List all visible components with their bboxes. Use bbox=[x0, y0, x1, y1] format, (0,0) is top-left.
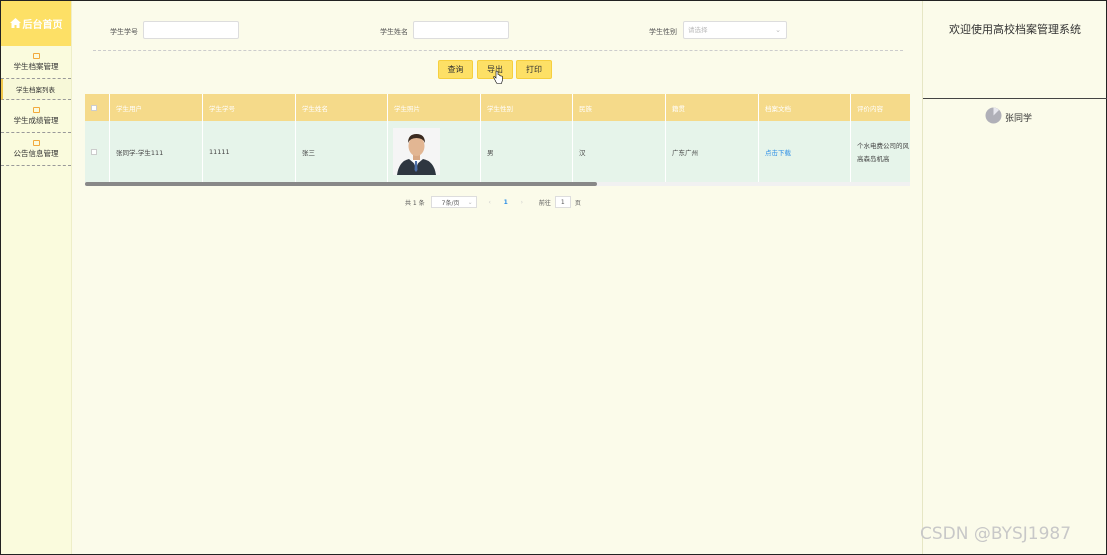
folder-icon bbox=[32, 139, 40, 146]
folder-icon bbox=[32, 52, 40, 59]
sidebar-item-announcements[interactable]: 公告信息管理 bbox=[1, 133, 71, 166]
cell-evaluation: 个水电费公司的风 高森岛机高 bbox=[851, 121, 910, 182]
page-size-select[interactable]: 7条/页 ⌄ bbox=[430, 196, 477, 208]
sidebar-item-label: 学生档案管理 bbox=[13, 61, 59, 71]
page-size-value: 7条/页 bbox=[441, 199, 460, 207]
student-no-label: 学生学号 bbox=[110, 28, 138, 36]
print-button[interactable]: 打印 bbox=[516, 60, 552, 79]
student-name-label: 学生姓名 bbox=[380, 28, 408, 36]
gender-select[interactable]: 请选择 ⌄ bbox=[683, 21, 787, 39]
evaluation-line: 高森岛机高 bbox=[857, 155, 890, 163]
download-link[interactable]: 点击下载 bbox=[765, 147, 791, 157]
gender-placeholder: 请选择 bbox=[688, 26, 708, 34]
header-cell: 学生性别 bbox=[481, 94, 573, 121]
query-button[interactable]: 查询 bbox=[438, 60, 473, 79]
goto-page-input[interactable]: 1 bbox=[554, 196, 571, 208]
divider bbox=[923, 98, 1107, 99]
header-cell: 学生用户 bbox=[110, 94, 203, 121]
watermark: CSDN @BYSJ1987 bbox=[920, 524, 1072, 544]
student-name-input[interactable] bbox=[413, 21, 509, 39]
cell-user: 张同学-学生111 bbox=[110, 121, 203, 182]
sidebar-item-label: 学生成绩管理 bbox=[13, 115, 59, 125]
page-suffix: 页 bbox=[574, 199, 581, 207]
user-info[interactable]: 张同学 bbox=[985, 107, 1032, 127]
sidebar-home[interactable]: 后台首页 bbox=[1, 1, 71, 46]
pagination: 共 1 条 7条/页 ⌄ ‹ 1 › 前往 1 页 bbox=[405, 195, 581, 209]
sidebar: 后台首页 学生档案管理 学生档案列表 学生成绩管理 公告信息管理 bbox=[1, 1, 72, 554]
header-cell: 学生学号 bbox=[203, 94, 296, 121]
total-count: 共 1 条 bbox=[405, 199, 425, 207]
checkbox[interactable] bbox=[91, 148, 97, 155]
next-page-icon[interactable]: › bbox=[517, 199, 527, 206]
prev-page-icon[interactable]: ‹ bbox=[485, 199, 495, 206]
cell-gender: 男 bbox=[481, 121, 573, 182]
cell-name: 张三 bbox=[296, 121, 388, 182]
main-content: 学生学号 学生姓名 学生性别 请选择 ⌄ 查询 导出 打印 学生用户 学生学号 … bbox=[85, 0, 910, 555]
checkbox[interactable] bbox=[91, 104, 97, 111]
gender-label: 学生性别 bbox=[649, 28, 677, 36]
sidebar-item-student-archive[interactable]: 学生档案管理 bbox=[1, 46, 71, 79]
chevron-down-icon: ⌄ bbox=[775, 26, 781, 34]
student-photo bbox=[393, 128, 440, 175]
header-cell: 学生照片 bbox=[388, 94, 481, 121]
avatar bbox=[985, 107, 1002, 127]
divider bbox=[93, 50, 903, 51]
header-cell: 民族 bbox=[573, 94, 666, 121]
cell-student-no: 11111 bbox=[203, 121, 296, 182]
header-cell: 籍贯 bbox=[666, 94, 759, 121]
archive-table: 学生用户 学生学号 学生姓名 学生照片 学生性别 民族 籍贯 档案文档 评价内容… bbox=[85, 94, 910, 182]
sidebar-item-label: 公告信息管理 bbox=[13, 148, 59, 158]
header-cell: 档案文档 bbox=[759, 94, 851, 121]
hand-cursor-icon bbox=[493, 70, 503, 86]
table-header: 学生用户 学生学号 学生姓名 学生照片 学生性别 民族 籍贯 档案文档 评价内容 bbox=[85, 94, 910, 121]
header-select-all[interactable] bbox=[85, 94, 110, 121]
horizontal-scrollbar[interactable] bbox=[85, 182, 910, 186]
cell-photo bbox=[388, 121, 481, 182]
cell-document: 点击下载 bbox=[759, 121, 851, 182]
sidebar-item-student-grades[interactable]: 学生成绩管理 bbox=[1, 100, 71, 133]
chevron-down-icon: ⌄ bbox=[467, 198, 473, 206]
username: 张同学 bbox=[1005, 113, 1033, 124]
goto-label: 前往 bbox=[538, 199, 551, 207]
scrollbar-thumb[interactable] bbox=[85, 182, 597, 186]
right-panel: 欢迎使用高校档案管理系统 张同学 bbox=[922, 1, 1107, 554]
welcome-title: 欢迎使用高校档案管理系统 bbox=[949, 23, 1081, 36]
header-cell: 学生姓名 bbox=[296, 94, 388, 121]
cell-ethnicity: 汉 bbox=[573, 121, 666, 182]
folder-icon bbox=[32, 106, 40, 113]
sidebar-home-label: 后台首页 bbox=[22, 20, 63, 31]
sidebar-subitem-archive-list[interactable]: 学生档案列表 bbox=[1, 79, 71, 100]
export-button[interactable]: 导出 bbox=[477, 60, 513, 84]
header-cell: 评价内容 bbox=[857, 104, 883, 113]
student-no-input[interactable] bbox=[143, 21, 239, 39]
current-page[interactable]: 1 bbox=[504, 199, 508, 206]
home-icon bbox=[9, 17, 21, 30]
cell-hometown: 广东广州 bbox=[666, 121, 759, 182]
evaluation-line: 个水电费公司的风 bbox=[857, 142, 909, 150]
search-form: 学生学号 学生姓名 学生性别 请选择 ⌄ bbox=[85, 21, 910, 41]
row-select[interactable] bbox=[85, 121, 110, 182]
table-row[interactable]: 张同学-学生111 11111 张三 男 汉 广东广州 点击下载 个水电费公司的… bbox=[85, 121, 910, 182]
